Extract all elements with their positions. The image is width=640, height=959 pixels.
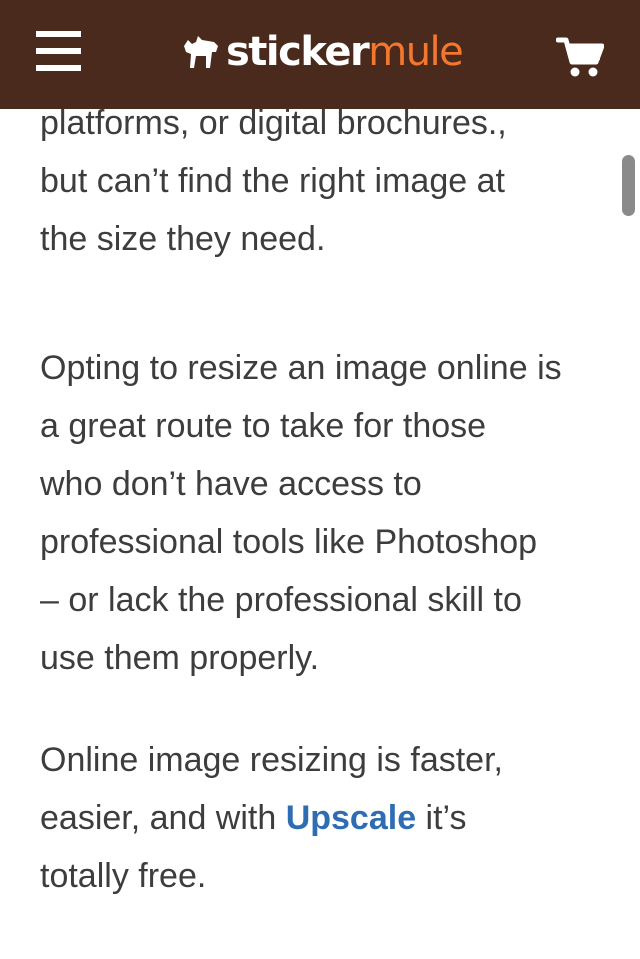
hamburger-menu-icon[interactable] xyxy=(36,31,81,73)
text-line: – or lack the professional skill to xyxy=(40,581,522,619)
mule-icon xyxy=(184,36,218,68)
menu-bar xyxy=(36,48,81,54)
text-line: a great route to take for those xyxy=(40,407,487,445)
text-line: professional tools like Photoshop xyxy=(40,523,538,561)
text-fragment: easier, and with xyxy=(40,799,286,837)
logo-text-mule: mule xyxy=(368,29,464,75)
sticker-mule-logo[interactable]: sticker mule xyxy=(180,26,464,78)
upscale-link[interactable]: Upscale xyxy=(286,799,416,837)
text-line: Opting to resize an image online is xyxy=(40,349,562,387)
text-line: easier, and with Upscale it’s xyxy=(40,789,610,847)
text-line: Online image resizing is faster, xyxy=(40,741,503,779)
text-line: the size they need. xyxy=(40,220,326,258)
cart-glyph xyxy=(555,37,605,77)
text-line: who don’t have access to xyxy=(40,465,422,503)
menu-bar xyxy=(36,65,81,71)
shopping-cart-icon[interactable] xyxy=(555,36,605,78)
text-line: platforms, or digital brochures., xyxy=(40,109,507,142)
text-line: use them properly. xyxy=(40,639,320,677)
text-line: totally free. xyxy=(40,857,207,895)
top-nav-bar: sticker mule xyxy=(0,0,640,109)
article-paragraph: Opting to resize an image online is a gr… xyxy=(40,339,610,687)
menu-bar xyxy=(36,31,81,37)
scrollbar-thumb[interactable] xyxy=(622,155,635,216)
text-fragment: it’s xyxy=(416,799,467,837)
logo-text-sticker: sticker xyxy=(226,29,370,75)
article-paragraph: platforms, or digital brochures., but ca… xyxy=(40,109,610,268)
text-line: but can’t find the right image at xyxy=(40,162,505,200)
article-body: platforms, or digital brochures., but ca… xyxy=(0,109,640,959)
article-paragraph: Online image resizing is faster, easier,… xyxy=(40,731,610,905)
